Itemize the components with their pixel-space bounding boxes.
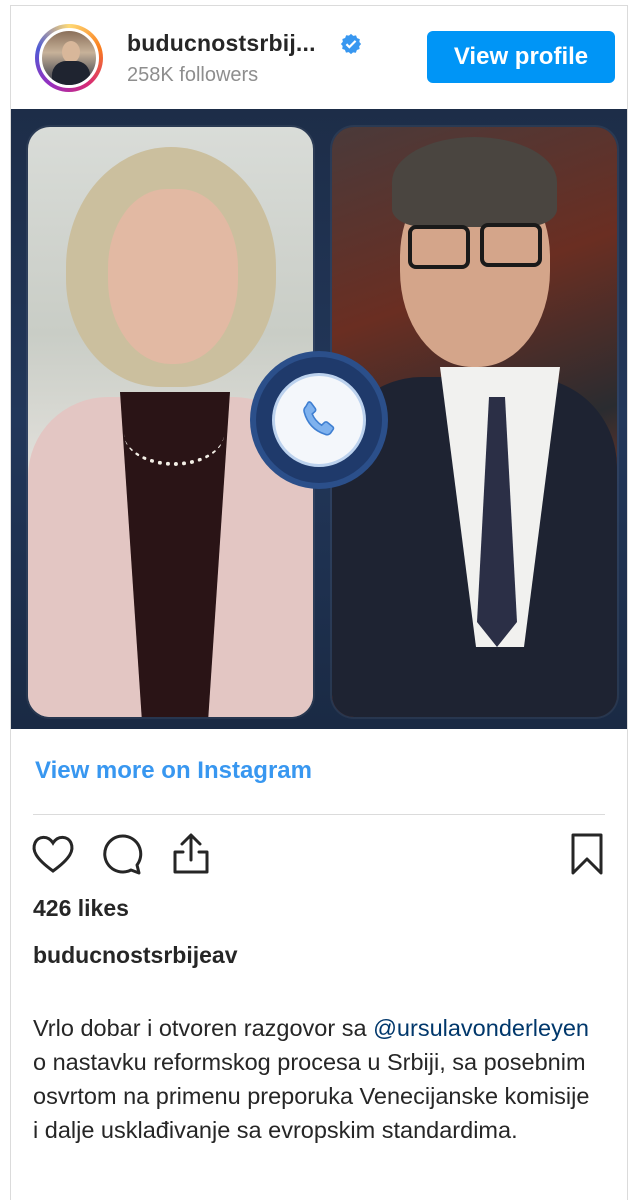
caption-author[interactable]: buducnostsrbijeav (33, 942, 237, 969)
post-header: buducnostsrbij... 258K followers View pr… (11, 6, 627, 111)
profile-avatar-ring[interactable] (35, 24, 103, 92)
heart-icon[interactable] (29, 830, 77, 878)
avatar[interactable] (39, 28, 99, 88)
glasses-lens (408, 225, 470, 269)
divider (33, 814, 605, 815)
caption-prefix: Vrlo dobar i otvoren razgovor sa (33, 1015, 367, 1041)
mention-link[interactable]: @ursulavonderleyen (373, 1015, 589, 1041)
comment-icon[interactable] (97, 830, 145, 878)
view-more-link[interactable]: View more on Instagram (35, 757, 312, 785)
bookmark-icon[interactable] (563, 830, 611, 878)
likes-count[interactable]: 426 likes (33, 895, 129, 922)
glasses-lens (480, 223, 542, 267)
view-profile-button[interactable]: View profile (427, 31, 615, 83)
action-bar (11, 826, 627, 886)
avatar-body (52, 61, 90, 85)
post-image[interactable] (11, 109, 627, 729)
share-icon[interactable] (167, 830, 215, 878)
phone-icon (303, 401, 335, 436)
caption-suffix: o nastavku reformskog procesa u Srbiji, … (33, 1049, 590, 1143)
verified-badge-icon (340, 33, 362, 55)
call-badge-inner (272, 373, 366, 467)
portrait-hair (392, 137, 557, 227)
instagram-embed-card: buducnostsrbij... 258K followers View pr… (10, 5, 628, 1200)
follower-count: 258K followers (127, 64, 259, 86)
avatar-head (62, 41, 80, 63)
portrait-face (108, 189, 238, 364)
pearl-necklace (124, 402, 224, 466)
username[interactable]: buducnostsrbij... (127, 30, 316, 57)
caption-text: Vrlo dobar i otvoren razgovor sa @ursula… (33, 1011, 593, 1147)
call-badge (256, 357, 382, 483)
